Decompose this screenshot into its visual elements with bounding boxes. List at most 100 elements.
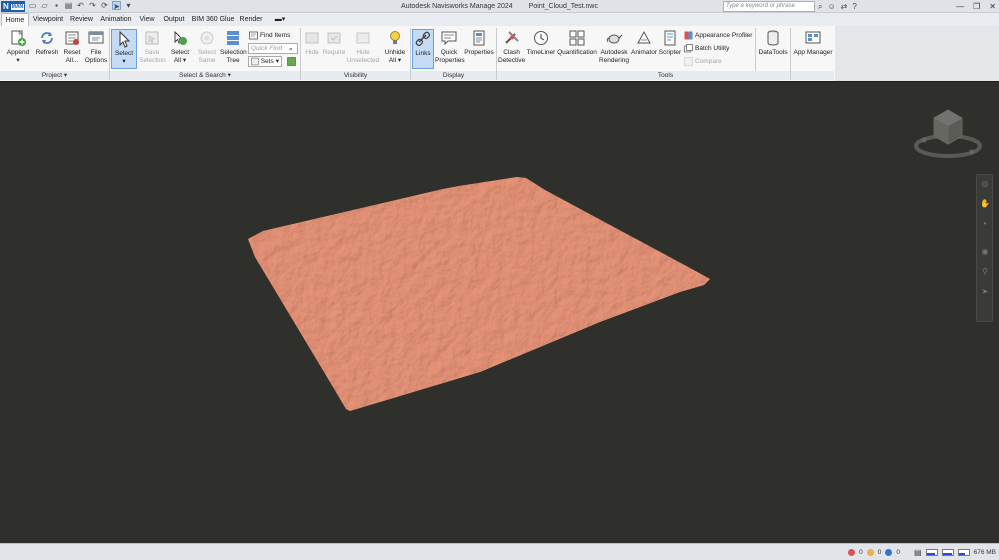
select-all-button[interactable]: Select All ▾	[167, 29, 193, 69]
tab-review[interactable]: Review	[68, 13, 95, 26]
tab-render[interactable]: Render	[238, 13, 264, 26]
viewcube[interactable]	[912, 102, 984, 162]
properties-label: Properties	[464, 49, 494, 56]
steering-wheel-icon[interactable]: ◎	[980, 179, 990, 189]
compare-button[interactable]: Compare	[684, 56, 722, 67]
app-manager-button[interactable]: App Manager	[793, 29, 833, 69]
appearance-profiler-button[interactable]: Appearance Profiler	[684, 30, 752, 41]
properties-button[interactable]: Properties	[464, 29, 494, 69]
select-cursor-icon[interactable]: ➤	[112, 1, 121, 11]
close-icon[interactable]: ✕	[989, 0, 996, 13]
save-icon[interactable]: ▪	[52, 1, 61, 10]
tab-view[interactable]: View	[137, 13, 157, 26]
ribbon-options-icon[interactable]: ▬▾	[270, 13, 290, 26]
appearance-profiler-icon	[684, 31, 693, 40]
group-separator	[790, 28, 791, 80]
reset-all-button[interactable]: Reset All...	[61, 29, 83, 69]
animator-button[interactable]: Animator	[630, 29, 658, 69]
require-button[interactable]: Require	[322, 29, 346, 69]
restore-icon[interactable]: ❐	[973, 0, 980, 13]
error-icon[interactable]	[848, 548, 856, 556]
datatools-button[interactable]: DataTools	[758, 29, 788, 69]
reset-all-label: Reset All...	[63, 49, 81, 64]
quick-properties-button[interactable]: Quick Properties	[435, 29, 465, 69]
point-cloud-scene	[248, 177, 710, 411]
group-label-select-search[interactable]: Select & Search ▾	[110, 71, 300, 80]
hide-unselected-button[interactable]: Hide Unselected	[346, 29, 380, 69]
append-button[interactable]: Append ▾	[4, 29, 32, 69]
links-icon	[415, 31, 431, 47]
require-icon	[327, 32, 341, 44]
batch-utility-button[interactable]: Batch Utility	[684, 43, 729, 54]
autodesk-rendering-button[interactable]: Autodesk Rendering	[598, 29, 630, 69]
refresh-button[interactable]: Refresh	[34, 29, 60, 69]
select-button[interactable]: Select ▾	[111, 29, 137, 69]
select-same-button[interactable]: Select Same	[195, 29, 219, 69]
quick-find-search-icon[interactable]: ⌕	[289, 44, 293, 55]
clash-detective-label: Clash Detective	[498, 49, 526, 64]
clash-detective-icon	[504, 31, 519, 44]
selection-tree-button[interactable]: Selection Tree	[220, 29, 247, 69]
quantification-icon	[569, 30, 585, 46]
open-folder-icon[interactable]: ▱	[40, 1, 49, 10]
unhide-all-button[interactable]: Unhide All ▾	[382, 29, 408, 69]
warning-icon[interactable]	[866, 548, 874, 556]
status-bar: 0 0 0 ▤ 676 MB	[0, 543, 999, 560]
minimize-icon[interactable]: —	[956, 0, 964, 13]
select-all-label: Select All ▾	[170, 49, 190, 64]
teapot-icon	[606, 34, 623, 44]
links-button[interactable]: Links	[412, 29, 434, 69]
help-icon[interactable]: ?	[852, 1, 856, 12]
redo-icon[interactable]: ↷	[88, 1, 97, 10]
quick-properties-label: Quick Properties	[435, 49, 465, 64]
find-items-button[interactable]: Find Items	[249, 30, 290, 41]
links-label: Links	[415, 50, 431, 57]
save-selection-button[interactable]: Save Selection	[139, 29, 166, 69]
ribbon-empty-area	[835, 26, 999, 81]
scripter-button[interactable]: Scripter	[658, 29, 682, 69]
group-label-project[interactable]: Project ▾	[0, 71, 109, 80]
undo-icon[interactable]: ↶	[76, 1, 85, 10]
window-controls: — ❐ ✕	[956, 0, 996, 13]
animator-icon	[637, 30, 651, 44]
tab-animation[interactable]: Animation	[99, 13, 133, 26]
info-icon[interactable]	[885, 548, 893, 556]
app-logo-letter: N	[3, 2, 9, 11]
file-options-button[interactable]: File Options	[84, 29, 108, 69]
select-cursor-icon[interactable]: ➤	[980, 287, 990, 297]
quantification-button[interactable]: Quantification	[556, 29, 598, 69]
new-file-icon[interactable]: ▭	[28, 1, 37, 10]
sets-dropdown[interactable]: Sets ▾	[248, 56, 282, 67]
hide-unselected-label: Hide Unselected	[346, 49, 380, 64]
refresh-icon[interactable]: ⟳	[100, 1, 109, 10]
memory-usage: 676 MB	[973, 548, 996, 556]
look-icon[interactable]: ⚲	[980, 267, 990, 277]
group-label-tools: Tools	[497, 71, 834, 80]
manage-sets-icon[interactable]	[287, 56, 296, 67]
exchange-icon[interactable]: ⇄	[841, 1, 848, 12]
3d-viewport[interactable]: ◎ ✋ • ◉ ⚲ ➤	[0, 81, 999, 543]
select-same-icon	[200, 31, 214, 45]
hide-button[interactable]: Hide	[302, 29, 322, 69]
pan-hand-icon[interactable]: ✋	[980, 199, 990, 209]
animator-label: Animator	[630, 49, 657, 56]
qat-dropdown-icon[interactable]: ▾	[124, 1, 133, 10]
tab-viewpoint[interactable]: Viewpoint	[31, 13, 65, 26]
timeliner-button[interactable]: TimeLiner	[526, 29, 556, 69]
zoom-icon[interactable]: •	[980, 219, 990, 229]
application-menu-button[interactable]: N MAN	[1, 1, 25, 12]
tab-bim360-glue[interactable]: BIM 360 Glue	[191, 13, 235, 26]
binoculars-icon[interactable]: ⌕	[818, 1, 822, 12]
tab-output[interactable]: Output	[161, 13, 187, 26]
tab-home[interactable]: Home	[1, 13, 29, 26]
error-count: 0	[859, 548, 863, 556]
appearance-profiler-label: Appearance Profiler	[695, 32, 753, 39]
chevron-down-icon: ▾	[275, 58, 279, 65]
orbit-icon[interactable]: ◉	[980, 247, 990, 257]
clash-detective-button[interactable]: Clash Detective	[498, 29, 525, 69]
help-search-input[interactable]: Type a keyword or phrase	[723, 1, 815, 12]
select-cursor-icon	[119, 30, 131, 48]
print-icon[interactable]: ▤	[64, 1, 73, 10]
sheet-browser-icon[interactable]: ▤	[914, 548, 922, 557]
user-icon[interactable]: ☺	[827, 1, 835, 12]
